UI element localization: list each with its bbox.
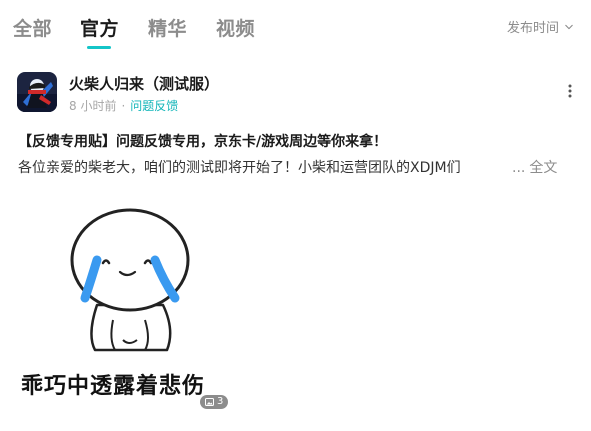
author-avatar[interactable] [17,72,57,112]
post-author-name[interactable]: 火柴人归来（测试服） [69,73,219,94]
post-time: 8 小时前 [69,99,117,113]
post-excerpt-text: 各位亲爱的柴老大，咱们的测试即将开始了！小柴和运营团队的XDJM们 [18,160,461,176]
post-meta: 8 小时前 · 问题反馈 [69,97,178,114]
game-logo-icon [17,72,57,112]
crying-meme-illustration [70,208,190,352]
chevron-down-icon [565,24,573,29]
tab-all[interactable]: 全部 [13,14,52,41]
image-count: 3 [217,396,224,407]
excerpt-ellipsis: ... [512,160,526,176]
tab-featured[interactable]: 精华 [148,14,187,41]
more-options-icon[interactable] [567,82,573,100]
image-count-badge: 3 [200,395,229,409]
tab-bar: 全部 官方 精华 视频 发布时间 [0,0,591,56]
meta-separator: · [121,98,126,113]
expand-full-text-link[interactable]: 全文 [529,160,557,176]
meme-caption: 乖巧中透露着悲伤 [21,374,206,399]
post-category-link[interactable]: 问题反馈 [130,97,178,114]
sort-label: 发布时间 [506,21,559,36]
active-tab-indicator [87,46,111,49]
tab-videos[interactable]: 视频 [216,14,255,41]
post-image[interactable]: 乖巧中透露着悲伤 3 [17,200,239,412]
sort-dropdown[interactable]: 发布时间 [507,17,573,36]
forum-page: 全部 官方 精华 视频 发布时间 火柴人归来（测试服） 8 小时前 · 问题反馈 [0,0,591,431]
post-excerpt[interactable]: 各位亲爱的柴老大，咱们的测试即将开始了！小柴和运营团队的XDJM们... 全文 [18,157,578,177]
tab-official[interactable]: 官方 [80,14,119,41]
post-headline[interactable]: 【反馈专用贴】问题反馈专用，京东卡/游戏周边等你来拿！ [18,131,387,151]
image-stack-icon [205,398,214,406]
